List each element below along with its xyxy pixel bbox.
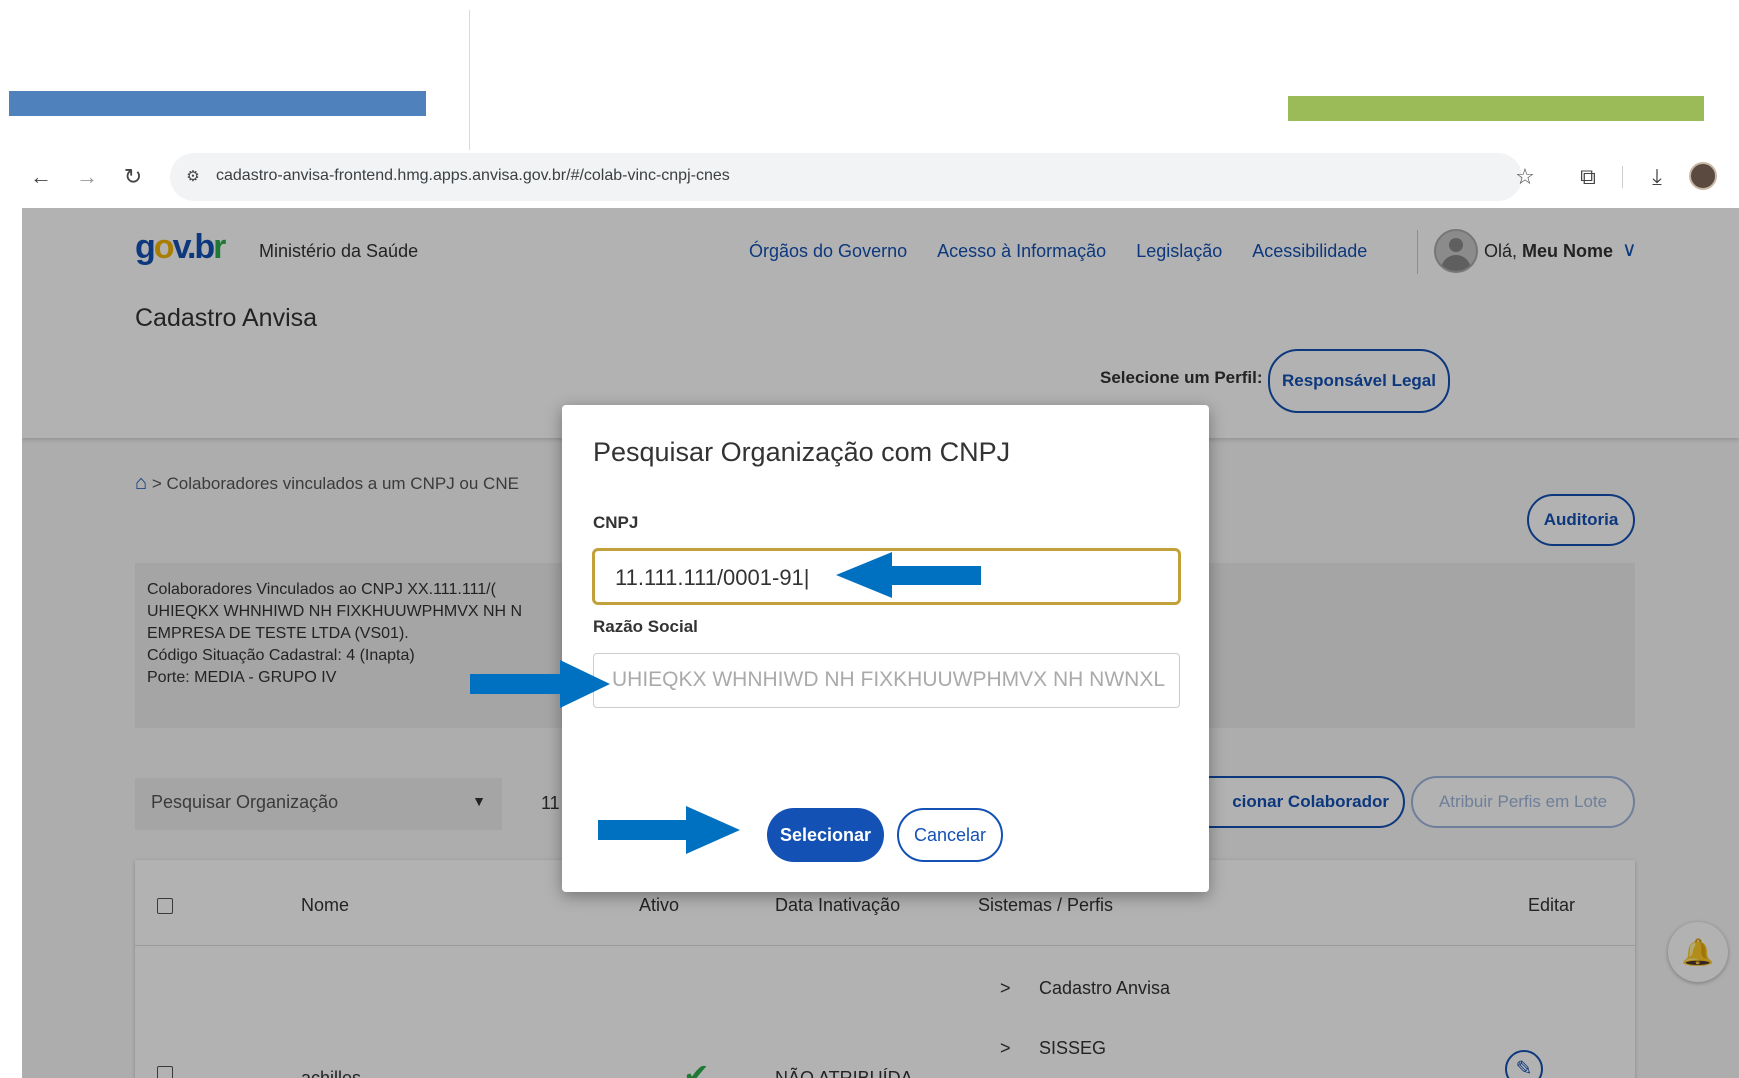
cnpj-label: CNPJ xyxy=(593,513,639,532)
back-arrow-icon[interactable]: ← xyxy=(26,162,56,192)
screenshot-root: ← → ↻ ⚙ cadastro-anvisa-frontend.hmg.app… xyxy=(0,0,1739,1078)
annotation-arrow-left-icon xyxy=(836,552,981,598)
extensions-icon[interactable]: ⧉ xyxy=(1573,162,1603,192)
url-text[interactable]: cadastro-anvisa-frontend.hmg.apps.anvisa… xyxy=(216,167,730,185)
reload-icon[interactable]: ↻ xyxy=(118,162,148,192)
annotation-arrow-right-icon xyxy=(470,660,610,708)
browser-toolbar: ← → ↻ ⚙ cadastro-anvisa-frontend.hmg.app… xyxy=(0,150,1739,208)
razao-social-input[interactable]: UHIEQKX WHNHIWD NH FIXKHUUWPHMVX NH NWNX… xyxy=(593,653,1180,708)
slide-blue-bar xyxy=(9,91,426,116)
cancelar-button[interactable]: Cancelar xyxy=(897,808,1003,862)
bookmark-star-icon[interactable]: ☆ xyxy=(1510,162,1540,192)
slide-divider xyxy=(469,10,470,150)
modal-title: Pesquisar Organização com CNPJ xyxy=(593,437,1011,467)
selecionar-button[interactable]: Selecionar xyxy=(767,808,884,862)
toolbar-separator xyxy=(1622,166,1623,188)
forward-arrow-icon[interactable]: → xyxy=(72,162,102,192)
download-icon[interactable]: ⤓ xyxy=(1642,162,1672,192)
annotation-arrow-right-icon xyxy=(598,806,740,854)
browser-profile-avatar[interactable] xyxy=(1689,162,1717,190)
slide-green-bar xyxy=(1288,96,1704,121)
razao-social-label: Razão Social xyxy=(593,617,698,636)
address-bar[interactable]: ⚙ cadastro-anvisa-frontend.hmg.apps.anvi… xyxy=(170,153,1522,201)
site-settings-icon[interactable]: ⚙ xyxy=(182,166,204,188)
